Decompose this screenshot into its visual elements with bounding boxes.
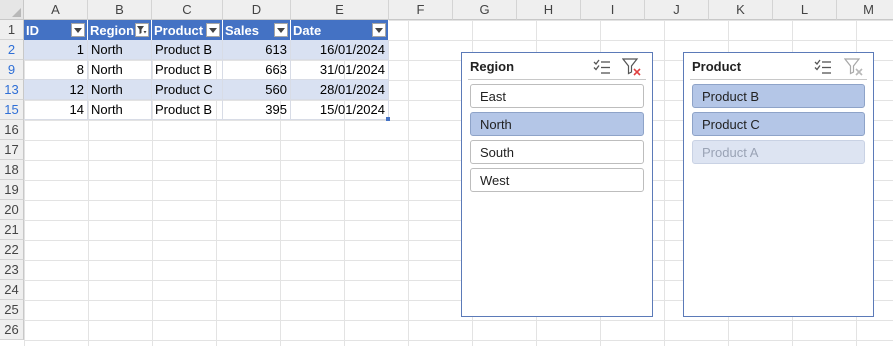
table-cell-sales[interactable]: 613 [223, 40, 291, 60]
table-header-label: Product [154, 22, 204, 38]
column-header-g[interactable]: G [453, 0, 517, 20]
column-header-i[interactable]: I [581, 0, 645, 20]
row-header-1[interactable]: 1 [0, 20, 24, 40]
table-header-product[interactable]: Product [152, 20, 223, 40]
table-cell-region[interactable]: North [88, 80, 152, 100]
column-header-a[interactable]: A [24, 0, 88, 20]
slicer-divider [690, 79, 867, 80]
column-header-h[interactable]: H [517, 0, 581, 20]
table-header-sales[interactable]: Sales [223, 20, 291, 40]
column-header-l[interactable]: L [773, 0, 837, 20]
table-cell-sales[interactable]: 560 [223, 80, 291, 100]
row-header-18[interactable]: 18 [0, 160, 24, 180]
slicer-item-east[interactable]: East [470, 84, 644, 108]
table-cell-date[interactable]: 15/01/2024 [291, 100, 389, 120]
row-header-24[interactable]: 24 [0, 280, 24, 300]
table-header-label: ID [26, 22, 39, 38]
table-cell-product[interactable]: Product B [152, 60, 223, 80]
slicer-item-west[interactable]: West [470, 168, 644, 192]
row-header-9[interactable]: 9 [0, 60, 24, 80]
table-header-id[interactable]: ID [24, 20, 88, 40]
table-header-region[interactable]: Region [88, 20, 152, 40]
column-header-k[interactable]: K [709, 0, 773, 20]
filter-dropdown-icon[interactable] [206, 23, 220, 37]
row-header-19[interactable]: 19 [0, 180, 24, 200]
row-header-15[interactable]: 15 [0, 100, 24, 120]
table-cell-region[interactable]: North [88, 100, 152, 120]
table-cell-date[interactable]: 16/01/2024 [291, 40, 389, 60]
row-header-25[interactable]: 25 [0, 300, 24, 320]
table-resize-handle[interactable] [386, 117, 390, 121]
slicer-item-product-b[interactable]: Product B [692, 84, 865, 108]
row-header-21[interactable]: 21 [0, 220, 24, 240]
row-header-13[interactable]: 13 [0, 80, 24, 100]
row-header-23[interactable]: 23 [0, 260, 24, 280]
column-header-c[interactable]: C [152, 0, 223, 20]
row-header-2[interactable]: 2 [0, 40, 24, 60]
row-header-16[interactable]: 16 [0, 120, 24, 140]
table-cell-sales[interactable]: 663 [223, 60, 291, 80]
region-slicer[interactable]: Region East North South West [461, 52, 653, 317]
table-cell-id[interactable]: 12 [24, 80, 88, 100]
slicer-item-north[interactable]: North [470, 112, 644, 136]
slicer-title: Region [470, 59, 515, 74]
table-header-label: Sales [225, 22, 259, 38]
table-header-label: Date [293, 22, 322, 38]
table-cell-product[interactable]: Product B [152, 100, 223, 120]
row-header-20[interactable]: 20 [0, 200, 24, 220]
multi-select-icon[interactable] [813, 57, 833, 77]
slicer-item-product-c[interactable]: Product C [692, 112, 865, 136]
filter-dropdown-icon[interactable] [372, 23, 386, 37]
table-header-date[interactable]: Date [291, 20, 389, 40]
slicer-item-south[interactable]: South [470, 140, 644, 164]
multi-select-icon[interactable] [592, 57, 612, 77]
table-cell-product[interactable]: Product B [152, 40, 223, 60]
product-slicer[interactable]: Product Product B Product C Product A [683, 52, 874, 317]
slicer-divider [468, 79, 646, 80]
table-cell-product[interactable]: Product C [152, 80, 223, 100]
table-cell-id[interactable]: 8 [24, 60, 88, 80]
clear-filter-icon[interactable] [844, 57, 864, 77]
table-header-label: Region [90, 22, 135, 38]
table-cell-region[interactable]: North [88, 60, 152, 80]
row-header-26[interactable]: 26 [0, 320, 24, 340]
table-cell-region[interactable]: North [88, 40, 152, 60]
column-header-f[interactable]: F [389, 0, 453, 20]
table-cell-date[interactable]: 28/01/2024 [291, 80, 389, 100]
row-header-17[interactable]: 17 [0, 140, 24, 160]
slicer-item-product-a[interactable]: Product A [692, 140, 865, 164]
column-header-e[interactable]: E [291, 0, 389, 20]
filter-dropdown-icon[interactable] [71, 23, 85, 37]
column-header-m[interactable]: M [837, 0, 893, 20]
spreadsheet: A B C D E F G H I J K L M 1 2 9 13 15 16… [0, 0, 893, 346]
table-cell-id[interactable]: 14 [24, 100, 88, 120]
filter-applied-icon[interactable] [135, 23, 149, 37]
clear-filter-icon[interactable] [622, 57, 642, 77]
column-header-b[interactable]: B [88, 0, 152, 20]
table-cell-date[interactable]: 31/01/2024 [291, 60, 389, 80]
table-cell-sales[interactable]: 395 [223, 100, 291, 120]
column-header-d[interactable]: D [223, 0, 291, 20]
column-header-j[interactable]: J [645, 0, 709, 20]
table-cell-id[interactable]: 1 [24, 40, 88, 60]
slicer-title: Product [692, 59, 742, 74]
row-header-22[interactable]: 22 [0, 240, 24, 260]
select-all-corner[interactable] [0, 0, 24, 20]
filter-dropdown-icon[interactable] [274, 23, 288, 37]
